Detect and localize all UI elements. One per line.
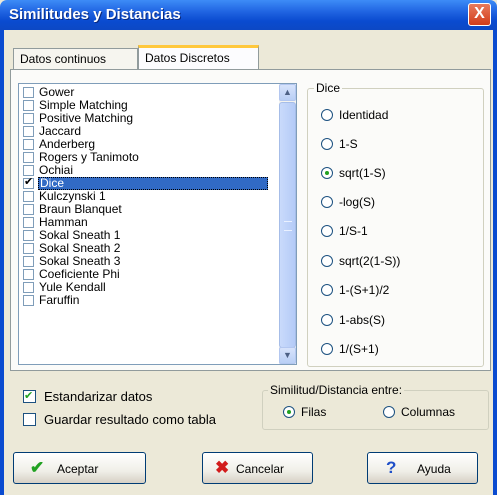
list-item-label: Faruffin — [39, 293, 80, 307]
close-icon: X — [474, 5, 485, 22]
measure-list[interactable]: Gower Simple Matching Positive Matching … — [18, 83, 297, 365]
radio-label: Identidad — [339, 108, 389, 122]
tab-datos-continuos[interactable]: Datos continuos — [13, 48, 138, 69]
radio-button[interactable] — [321, 284, 333, 296]
tab-datos-discretos[interactable]: Datos Discretos — [138, 45, 259, 69]
accept-button[interactable]: ✔ Aceptar — [13, 452, 146, 484]
list-item[interactable]: Faruffin — [19, 294, 279, 307]
radio-label: sqrt(2(1-S)) — [339, 254, 401, 268]
scroll-thumb[interactable] — [279, 102, 296, 348]
standardize-checkbox[interactable] — [23, 389, 36, 403]
list-checkbox[interactable] — [23, 295, 34, 306]
list-checkbox[interactable] — [23, 165, 34, 176]
list-checkbox[interactable] — [23, 87, 34, 98]
list-checkbox[interactable] — [23, 269, 34, 280]
radio-button[interactable] — [383, 406, 395, 418]
save-table-checkbox[interactable] — [23, 413, 36, 426]
chevron-up-icon: ▲ — [283, 87, 292, 97]
tab-label: Datos Discretos — [145, 51, 230, 65]
list-checkbox[interactable] — [23, 139, 34, 150]
dice-group — [307, 88, 484, 367]
radio-label: 1-S — [339, 137, 358, 151]
list-checkbox[interactable] — [23, 230, 34, 241]
help-question-icon: ? — [386, 458, 397, 477]
scroll-grip-icon — [284, 221, 292, 231]
radio-button[interactable] — [321, 138, 333, 150]
list-checkbox[interactable] — [23, 113, 34, 124]
cancel-x-icon: ✖ — [215, 458, 230, 477]
radio-label: Filas — [301, 405, 327, 419]
title-bar[interactable]: Similitudes y Distancias X — [0, 0, 497, 30]
standardize-label: Estandarizar datos — [44, 389, 153, 404]
checkmark-icon: ✔ — [30, 458, 45, 477]
list-checkbox[interactable] — [23, 191, 34, 202]
radio-label: Columnas — [401, 405, 456, 419]
between-group-title: Similitud/Distancia entre: — [268, 383, 405, 397]
window-title: Similitudes y Distancias — [9, 6, 181, 23]
list-checkbox[interactable] — [23, 176, 34, 189]
list-checkbox[interactable] — [23, 217, 34, 228]
radio-button[interactable] — [321, 255, 333, 267]
radio-button[interactable] — [283, 406, 295, 418]
list-checkbox[interactable] — [23, 204, 34, 215]
list-checkbox[interactable] — [23, 282, 34, 293]
radio-label: 1/S-1 — [339, 224, 368, 238]
list-checkbox[interactable] — [23, 126, 34, 137]
list-checkbox[interactable] — [23, 243, 34, 254]
radio-button[interactable] — [321, 343, 333, 355]
radio-button[interactable] — [321, 167, 333, 179]
save-table-label: Guardar resultado como tabla — [44, 412, 216, 427]
radio-label: 1/(S+1) — [339, 342, 379, 356]
cancel-button[interactable]: ✖ Cancelar — [202, 452, 313, 484]
radio-button[interactable] — [321, 109, 333, 121]
help-label: Ayuda — [417, 462, 451, 476]
chevron-down-icon: ▼ — [283, 350, 292, 360]
window-frame-right — [493, 30, 497, 495]
window-frame-left — [0, 30, 4, 495]
list-checkbox[interactable] — [23, 256, 34, 267]
tab-label: Datos continuos — [20, 52, 107, 66]
radio-label: -log(S) — [339, 195, 376, 209]
radio-button[interactable] — [321, 225, 333, 237]
list-scrollbar[interactable]: ▲ ▼ — [279, 84, 296, 364]
radio-label: sqrt(1-S) — [339, 166, 386, 180]
radio-label: 1-abs(S) — [339, 313, 386, 327]
scroll-up-button[interactable]: ▲ — [279, 84, 296, 101]
close-button[interactable]: X — [468, 3, 491, 26]
radio-button[interactable] — [321, 196, 333, 208]
help-button[interactable]: ? Ayuda — [367, 452, 478, 484]
cancel-label: Cancelar — [236, 462, 285, 476]
accept-label: Aceptar — [57, 462, 99, 476]
list-checkbox[interactable] — [23, 152, 34, 163]
scroll-down-button[interactable]: ▼ — [279, 347, 296, 364]
radio-label: 1-(S+1)/2 — [339, 283, 390, 297]
radio-button[interactable] — [321, 314, 333, 326]
list-checkbox[interactable] — [23, 100, 34, 111]
dice-group-title: Dice — [314, 81, 343, 95]
